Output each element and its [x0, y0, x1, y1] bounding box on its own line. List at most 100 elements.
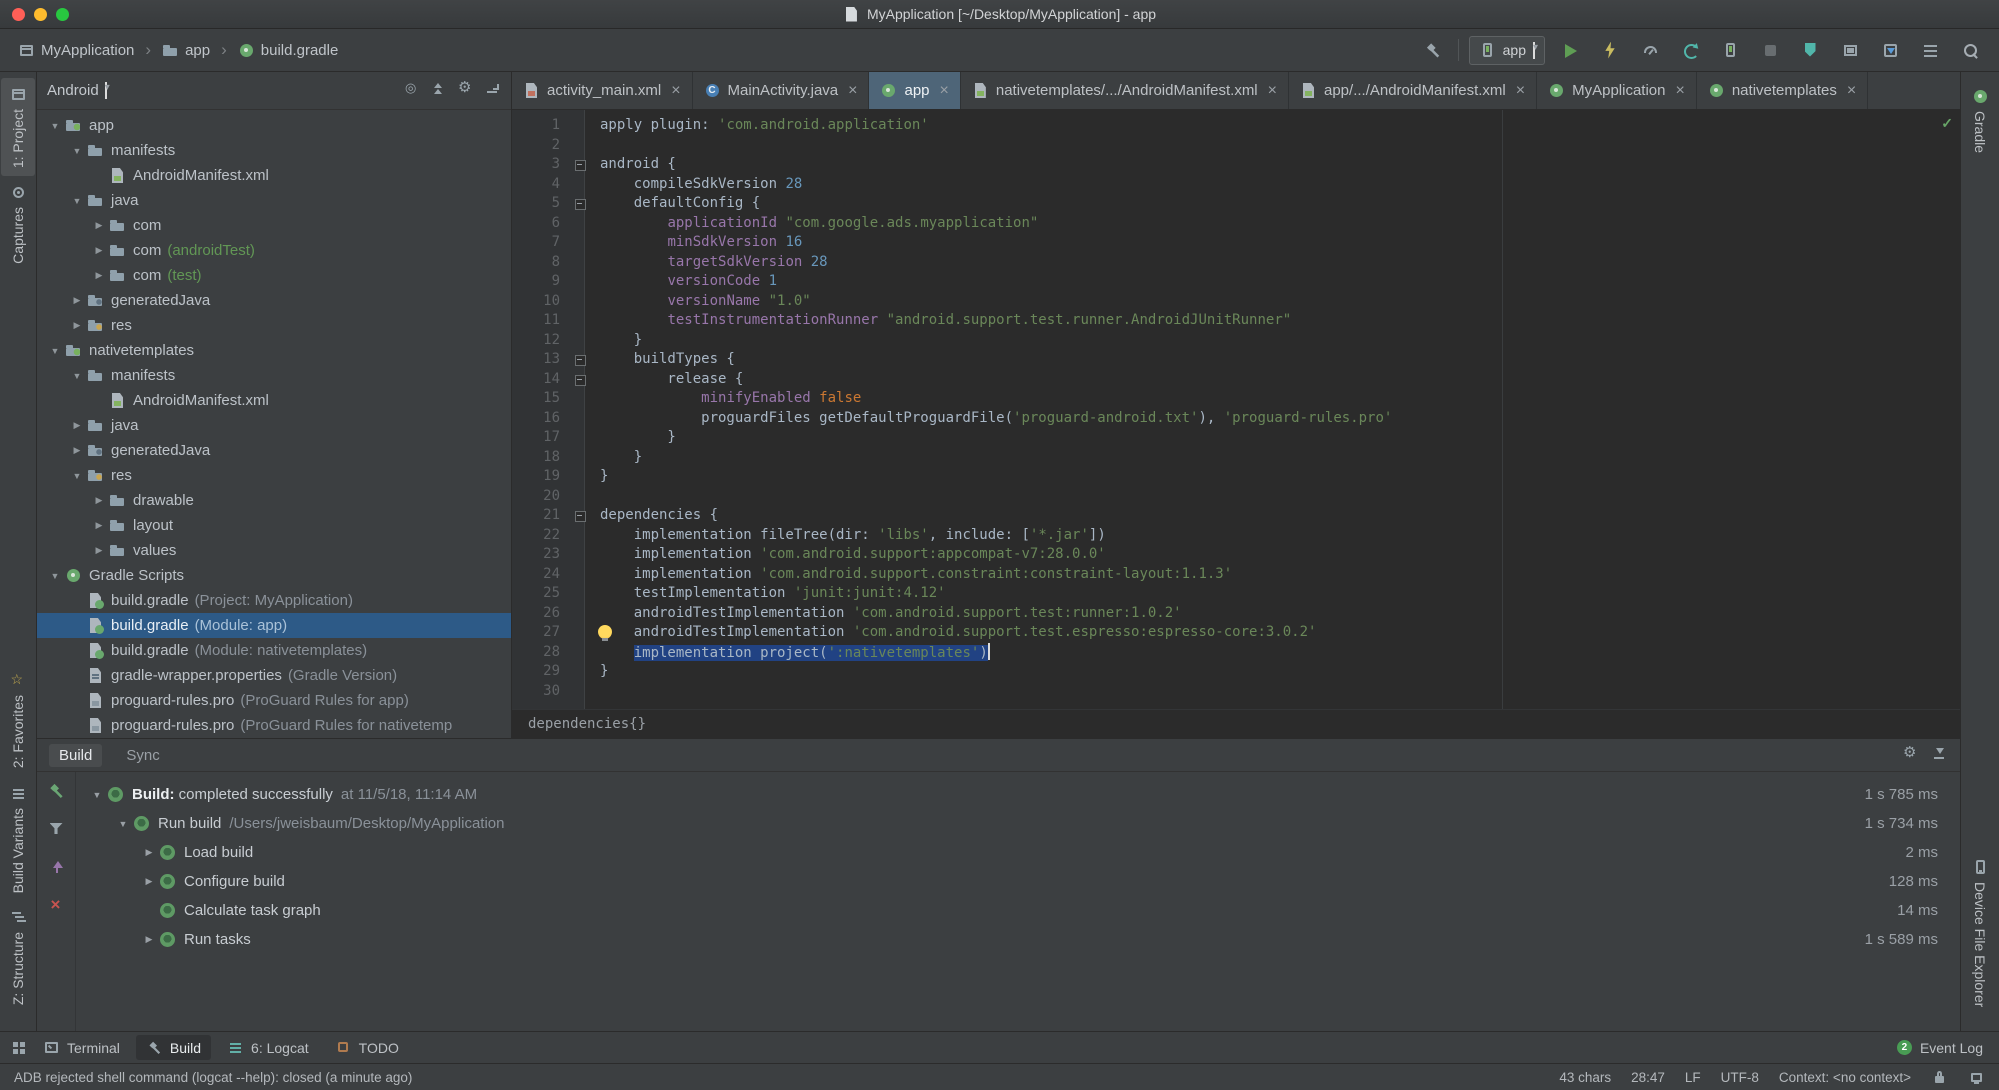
attach-debugger-button[interactable]	[1795, 36, 1825, 64]
tree-expand-icon[interactable]: ▼	[67, 146, 87, 156]
minimize-button[interactable]	[1931, 745, 1948, 766]
build-output-row-run-tasks[interactable]: ▶ Run tasks 1 s 589 ms	[76, 925, 1960, 954]
intention-bulb-icon[interactable]	[598, 625, 612, 641]
build-output-row-configure-build[interactable]: ▶ Configure build 128 ms	[76, 867, 1960, 896]
editor-breadcrumb[interactable]: dependencies{}	[512, 709, 1960, 738]
close-button[interactable]	[48, 896, 65, 918]
tree-expand-icon[interactable]: ▶	[89, 270, 109, 281]
toolwindow-button-terminal[interactable]: Terminal	[33, 1035, 130, 1060]
fold-marker-icon[interactable]	[568, 194, 592, 214]
line-ending-indicator[interactable]: LF	[1685, 1070, 1701, 1085]
project-tree-row-java[interactable]: ▼ java	[37, 188, 511, 213]
tree-expand-icon[interactable]: ▼	[45, 346, 65, 356]
project-tree-row-proguard-rules-pro[interactable]: proguard-rules.pro (ProGuard Rules for a…	[37, 688, 511, 713]
zoom-window-button[interactable]	[56, 7, 69, 21]
project-tree-row-nativetemplates[interactable]: ▼ nativetemplates	[37, 338, 511, 363]
toolwindow-button-build[interactable]: Build	[135, 1035, 212, 1060]
project-tree-row-gradle-wrapper-properties[interactable]: gradle-wrapper.properties (Gradle Versio…	[37, 663, 511, 688]
project-tree-row-com[interactable]: ▶ com (androidTest)	[37, 238, 511, 263]
toolwindow-button-6-logcat[interactable]: 6: Logcat	[217, 1035, 319, 1060]
sdk-manager-button[interactable]	[1875, 36, 1905, 64]
tree-expand-icon[interactable]: ▼	[45, 121, 65, 131]
project-tree-row-proguard-rules-pro[interactable]: proguard-rules.pro (ProGuard Rules for n…	[37, 713, 511, 738]
project-view-selector[interactable]: Android	[47, 82, 99, 99]
layout-inspector-button[interactable]	[1835, 36, 1865, 64]
project-tree-row-manifests[interactable]: ▼ manifests	[37, 363, 511, 388]
rerun-build-button[interactable]	[48, 782, 65, 804]
project-tree-row-layout[interactable]: ▶ layout	[37, 513, 511, 538]
build-output-row-load-build[interactable]: ▶ Load build 2 ms	[76, 838, 1960, 867]
run-play-button[interactable]	[1555, 36, 1585, 64]
close-tab-icon[interactable]: ×	[1847, 82, 1856, 100]
close-tab-icon[interactable]: ×	[1268, 82, 1277, 100]
context-indicator[interactable]: Context: <no context>	[1779, 1070, 1911, 1085]
tree-expand-icon[interactable]: ▶	[67, 295, 87, 306]
apply-changes-button[interactable]	[1595, 36, 1625, 64]
project-tree-row-values[interactable]: ▶ values	[37, 538, 511, 563]
lock-icon[interactable]	[1931, 1069, 1948, 1086]
build-panel-tab-sync[interactable]: Sync	[116, 744, 169, 767]
toolwindow-button-1-project[interactable]: 1: Project	[1, 78, 35, 177]
search-button[interactable]	[1955, 36, 1985, 64]
tree-expand-icon[interactable]: ▼	[67, 471, 87, 481]
breadcrumb-app[interactable]: app	[158, 40, 214, 61]
editor-tab-activity-main-xml[interactable]: activity_main.xml ×	[512, 72, 693, 109]
breadcrumb-build-gradle[interactable]: build.gradle	[234, 40, 343, 61]
fold-marker-icon[interactable]	[568, 155, 592, 175]
toolwindow-button-gradle[interactable]: Gradle	[1963, 80, 1997, 161]
tree-expand-icon[interactable]: ▼	[67, 371, 87, 381]
toolwindow-button-todo[interactable]: TODO	[325, 1035, 409, 1060]
code-editor[interactable]: 1 apply plugin: 'com.android.application'…	[512, 110, 1960, 709]
project-tree-row-generatedjava[interactable]: ▶ generatedJava	[37, 288, 511, 313]
fold-marker-icon[interactable]	[568, 506, 592, 526]
toolwindow-button-device-file-explorer[interactable]: Device File Explorer	[1963, 851, 1997, 1015]
stop-button[interactable]	[1755, 36, 1785, 64]
hide-button[interactable]	[484, 80, 501, 101]
project-tree-row-res[interactable]: ▼ res	[37, 463, 511, 488]
toolwindow-button-captures[interactable]: Captures	[1, 176, 35, 272]
settings-button[interactable]	[457, 78, 474, 101]
minimize-window-button[interactable]	[34, 7, 47, 21]
project-tree-row-drawable[interactable]: ▶ drawable	[37, 488, 511, 513]
tree-expand-icon[interactable]: ▼	[86, 790, 108, 800]
highlighting-level-icon[interactable]	[1968, 1069, 1985, 1086]
tree-expand-icon[interactable]: ▶	[138, 934, 160, 945]
project-tree-row-build-gradle[interactable]: build.gradle (Module: nativetemplates)	[37, 638, 511, 663]
build-panel-tab-build[interactable]: Build	[49, 743, 103, 767]
project-structure-button[interactable]	[1915, 36, 1945, 64]
filter-button[interactable]	[48, 820, 65, 842]
editor-tab-nativetemplates-androidmanifest-xml[interactable]: nativetemplates/.../AndroidManifest.xml ×	[961, 72, 1289, 109]
run-configuration-selector[interactable]: app ▾	[1468, 35, 1545, 65]
tree-expand-icon[interactable]: ▶	[138, 876, 160, 887]
project-tree-row-generatedjava[interactable]: ▶ generatedJava	[37, 438, 511, 463]
project-tree-row-build-gradle[interactable]: build.gradle (Project: MyApplication)	[37, 588, 511, 613]
close-tab-icon[interactable]: ×	[940, 82, 949, 100]
tree-expand-icon[interactable]: ▼	[112, 819, 134, 829]
encoding-indicator[interactable]: UTF-8	[1721, 1070, 1759, 1085]
tree-expand-icon[interactable]: ▶	[67, 420, 87, 431]
project-tree-row-build-gradle[interactable]: build.gradle (Module: app)	[37, 613, 511, 638]
tree-expand-icon[interactable]: ▶	[89, 245, 109, 256]
build-hammer-button[interactable]	[1418, 36, 1448, 64]
project-tree-row-gradle-scripts[interactable]: ▼ Gradle Scripts	[37, 563, 511, 588]
toolwindow-button-build-variants[interactable]: Build Variants	[1, 777, 35, 901]
fold-marker-icon[interactable]	[568, 350, 592, 370]
tree-expand-icon[interactable]: ▶	[138, 847, 160, 858]
avd-manager-button[interactable]	[1715, 36, 1745, 64]
close-tab-icon[interactable]: ×	[671, 82, 680, 100]
editor-tab-mainactivity-java[interactable]: MainActivity.java ×	[693, 72, 870, 109]
project-tree-row-com[interactable]: ▶ com	[37, 213, 511, 238]
editor-tab-app-androidmanifest-xml[interactable]: app/.../AndroidManifest.xml ×	[1289, 72, 1538, 109]
settings-button[interactable]	[1902, 743, 1919, 766]
tree-expand-icon[interactable]: ▼	[67, 196, 87, 206]
event-log-button[interactable]: 2 Event Log	[1896, 1040, 1989, 1056]
project-tree-row-java[interactable]: ▶ java	[37, 413, 511, 438]
project-tree-row-res[interactable]: ▶ res	[37, 313, 511, 338]
build-output-row-build[interactable]: ▼ Build: completed successfully at 11/5/1…	[76, 780, 1960, 809]
toolwindow-switcher-icon[interactable]	[10, 1039, 27, 1056]
project-tree-row-manifests[interactable]: ▼ manifests	[37, 138, 511, 163]
breadcrumb-myapplication[interactable]: MyApplication	[14, 40, 138, 61]
project-tree-row-androidmanifest-xml[interactable]: AndroidManifest.xml	[37, 388, 511, 413]
tree-expand-icon[interactable]: ▶	[67, 320, 87, 331]
locate-button[interactable]	[403, 80, 420, 101]
